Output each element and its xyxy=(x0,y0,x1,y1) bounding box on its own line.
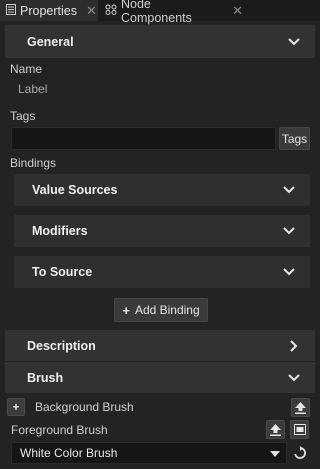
foreground-brush-select[interactable]: White Color Brush xyxy=(11,442,287,464)
foreground-brush-label: Foreground Brush xyxy=(11,423,108,437)
upload-icon[interactable] xyxy=(291,398,310,417)
reset-icon[interactable] xyxy=(291,444,309,462)
tab-node-components[interactable]: Node Components ✕ xyxy=(99,0,249,25)
bindings-modifiers[interactable]: Modifiers xyxy=(14,215,310,247)
plus-icon: + xyxy=(12,400,20,414)
tab-node-components-label: Node Components xyxy=(121,0,192,25)
bindings-label: Bindings xyxy=(10,156,57,170)
add-binding-button[interactable]: + Add Binding xyxy=(114,298,208,322)
plus-icon: + xyxy=(122,302,130,318)
chevron-down-icon xyxy=(282,265,296,279)
chevron-down-icon xyxy=(282,224,296,238)
close-icon[interactable]: ✕ xyxy=(232,3,243,19)
section-general-title: General xyxy=(27,34,74,49)
edit-brush-icon[interactable] xyxy=(290,420,309,439)
add-binding-label: Add Binding xyxy=(134,303,200,317)
section-general[interactable]: General xyxy=(5,25,315,58)
upload-icon[interactable] xyxy=(266,420,285,439)
tags-button[interactable]: Tags xyxy=(279,127,310,150)
tags-label: Tags xyxy=(10,109,36,123)
caret-down-icon xyxy=(270,446,280,460)
chevron-down-icon xyxy=(287,371,301,385)
name-label: Name xyxy=(10,62,43,76)
name-value[interactable]: Label xyxy=(18,82,47,96)
modifiers-title: Modifiers xyxy=(32,224,88,238)
background-brush-label: Background Brush xyxy=(35,400,134,414)
value-sources-title: Value Sources xyxy=(32,183,118,197)
tab-properties-label: Properties xyxy=(20,3,77,18)
chevron-right-icon xyxy=(287,339,301,353)
section-description-title: Description xyxy=(27,338,96,353)
to-source-title: To Source xyxy=(32,265,93,279)
close-icon[interactable]: ✕ xyxy=(86,3,97,19)
bindings-value-sources[interactable]: Value Sources xyxy=(14,174,310,206)
tab-properties[interactable]: Properties ✕ xyxy=(0,0,98,21)
section-brush[interactable]: Brush xyxy=(5,362,315,393)
section-brush-title: Brush xyxy=(27,370,64,385)
node-components-icon xyxy=(105,4,117,18)
chevron-down-icon xyxy=(287,35,301,49)
properties-icon xyxy=(6,3,16,18)
tags-input[interactable] xyxy=(11,127,276,150)
add-background-brush-button[interactable]: + xyxy=(7,398,25,416)
foreground-brush-value: White Color Brush xyxy=(20,446,118,460)
bindings-to-source[interactable]: To Source xyxy=(14,256,310,288)
chevron-down-icon xyxy=(282,183,296,197)
section-description[interactable]: Description xyxy=(5,330,315,361)
tab-bar: Properties ✕ Node Components ✕ xyxy=(0,0,320,25)
